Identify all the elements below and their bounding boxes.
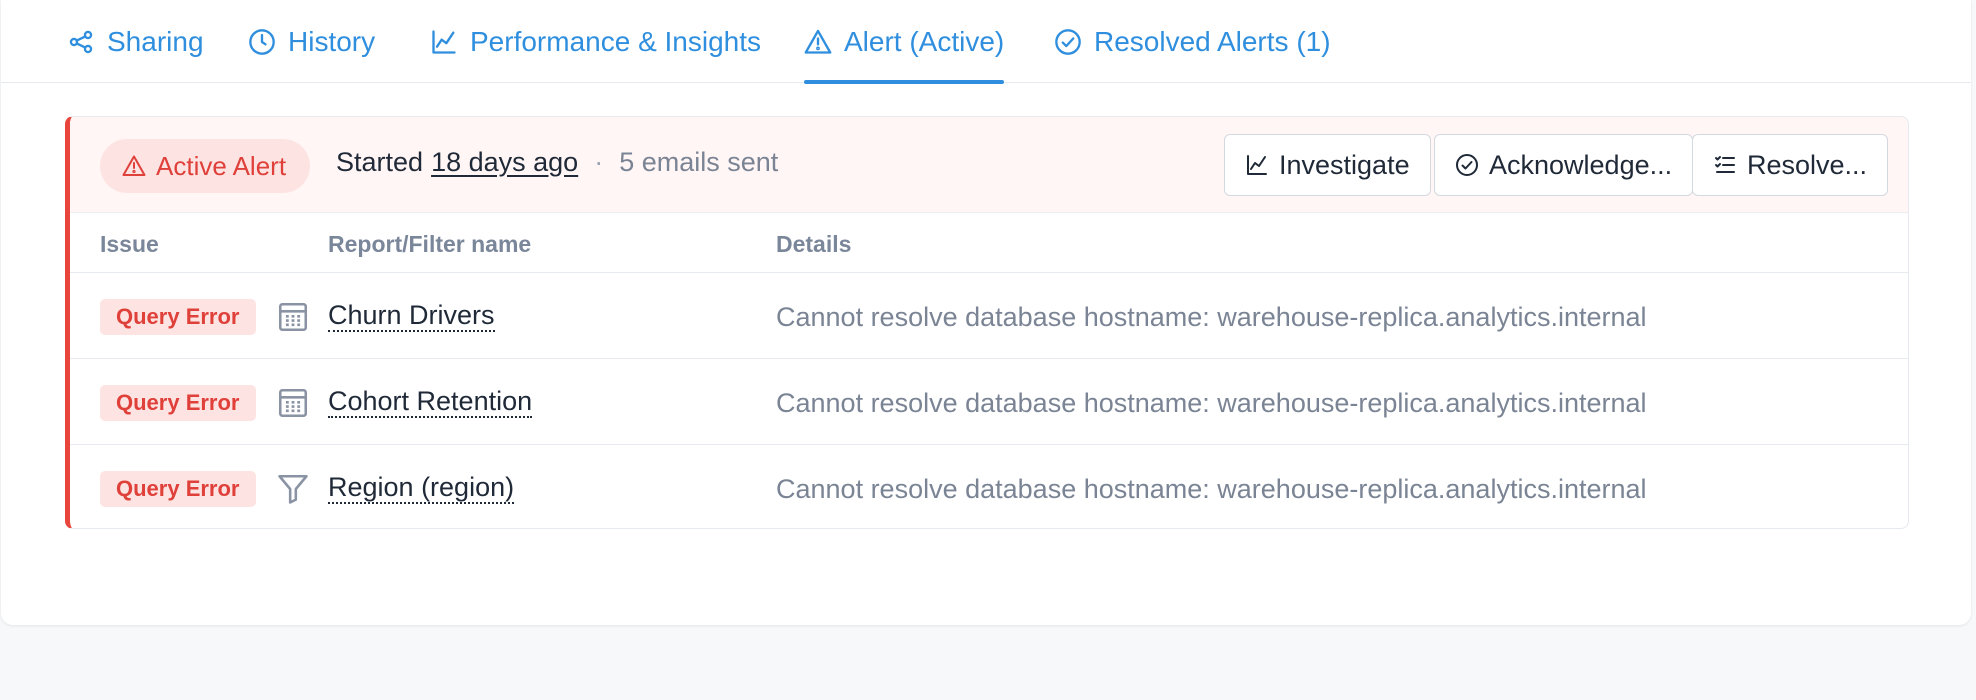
acknowledge-label: Acknowledge... — [1489, 149, 1673, 180]
started-prefix: Started — [336, 147, 424, 177]
warning-icon — [804, 29, 832, 54]
acknowledge-button[interactable]: Acknowledge... — [1434, 134, 1694, 196]
column-header-issue: Issue — [100, 231, 159, 257]
tab-alert-label: Alert (Active) — [844, 25, 1005, 57]
check-circle-icon — [1055, 28, 1081, 55]
line-chart-icon — [1247, 155, 1267, 175]
badge-label: Active Alert — [156, 150, 287, 181]
started-ago-link[interactable]: 18 days ago — [431, 147, 578, 178]
alert-header: Active Alert Started 18 days ago · 5 ema… — [70, 117, 1908, 213]
investigate-button[interactable]: Investigate — [1224, 134, 1431, 196]
tab-history[interactable]: History — [248, 0, 375, 83]
warning-icon — [122, 155, 146, 176]
query-error-badge: Query Error — [100, 299, 256, 335]
table-icon — [276, 386, 310, 420]
tab-alert-active[interactable]: Alert (Active) — [804, 0, 1005, 84]
column-header-details: Details — [776, 231, 852, 257]
resolve-label: Resolve... — [1747, 149, 1868, 180]
separator-dot: · — [594, 147, 604, 177]
error-details: Cannot resolve database hostname: wareho… — [776, 474, 1647, 504]
active-alert-badge: Active Alert — [100, 139, 311, 193]
active-alert-panel: Active Alert Started 18 days ago · 5 ema… — [65, 116, 1909, 529]
tab-resolved-alerts[interactable]: Resolved Alerts (1) — [1054, 0, 1331, 83]
error-details: Cannot resolve database hostname: wareho… — [776, 302, 1647, 332]
tab-history-label: History — [288, 25, 376, 57]
share-icon — [69, 30, 93, 53]
checklist-icon — [1715, 156, 1735, 173]
table-icon — [276, 300, 310, 334]
investigate-label: Investigate — [1279, 149, 1410, 180]
tab-resolved-label: Resolved Alerts (1) — [1094, 25, 1331, 57]
report-name-link[interactable]: Churn Drivers — [328, 300, 495, 332]
line-chart-icon — [432, 29, 456, 54]
table-header: Issue Report/Filter name Details — [70, 213, 1908, 273]
alert-started-info: Started 18 days ago · 5 emails sent — [336, 147, 778, 178]
tab-performance-label: Performance & Insights — [470, 25, 762, 57]
filter-name-link[interactable]: Region (region) — [328, 472, 515, 504]
tab-sharing-label: Sharing — [107, 25, 204, 57]
alert-card: Sharing History Performance & Insights A… — [1, 0, 1971, 625]
resolve-button[interactable]: Resolve... — [1692, 134, 1889, 196]
emails-sent-count: 5 emails sent — [619, 147, 779, 177]
table-row: Query Error Region (region) Cannot resol… — [70, 446, 1908, 528]
report-name-link[interactable]: Cohort Retention — [328, 386, 533, 418]
tab-sharing[interactable]: Sharing — [67, 0, 204, 83]
filter-icon — [276, 472, 310, 506]
table-row: Query Error Churn Drivers Cannot resolve… — [70, 274, 1908, 359]
error-details: Cannot resolve database hostname: wareho… — [776, 388, 1647, 418]
clock-icon — [249, 28, 275, 55]
check-circle-icon — [1456, 154, 1478, 176]
tab-bar: Sharing History Performance & Insights A… — [1, 0, 1971, 84]
column-header-name: Report/Filter name — [328, 231, 532, 257]
tab-performance[interactable]: Performance & Insights — [430, 0, 761, 83]
table-row: Query Error Cohort Retention Cannot reso… — [70, 360, 1908, 445]
query-error-badge: Query Error — [100, 471, 256, 507]
query-error-badge: Query Error — [100, 385, 256, 421]
